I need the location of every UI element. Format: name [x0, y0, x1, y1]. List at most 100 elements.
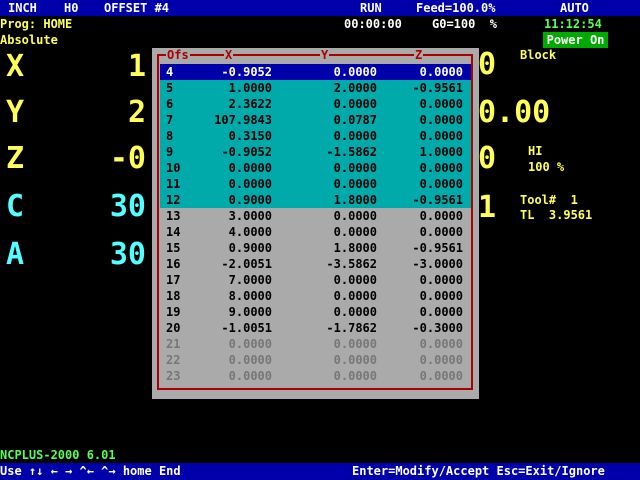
offset-x-cell[interactable]: 0.3150: [190, 128, 272, 144]
offset-z-cell[interactable]: 0.0000: [385, 112, 463, 128]
offset-z-cell[interactable]: -0.3000: [385, 320, 463, 336]
offset-y-cell[interactable]: 2.0000: [298, 80, 377, 96]
offset-x-cell[interactable]: 8.0000: [190, 288, 272, 304]
offset-z-cell[interactable]: 0.0000: [385, 176, 463, 192]
offset-x-cell[interactable]: 0.9000: [190, 192, 272, 208]
help-bar: Use ↑↓ ← → ^← ^→ home End Enter=Modify/A…: [0, 463, 640, 480]
offset-row[interactable]: 19 9.0000 0.0000 0.0000: [160, 304, 471, 320]
offset-z-cell[interactable]: 0.0000: [385, 128, 463, 144]
offset-y-cell[interactable]: 0.0000: [298, 352, 377, 368]
offset-x-cell[interactable]: -0.9052: [190, 144, 272, 160]
offset-z-cell[interactable]: 0.0000: [385, 336, 463, 352]
offset-y-cell[interactable]: -3.5862: [298, 256, 377, 272]
offset-indicator: OFFSET #4: [104, 1, 170, 15]
offset-z-cell[interactable]: 0.0000: [385, 352, 463, 368]
offset-y-cell[interactable]: 0.0000: [298, 224, 377, 240]
offset-x-cell[interactable]: -0.9052: [190, 64, 272, 80]
offset-x-cell[interactable]: 1.0000: [190, 80, 272, 96]
spindle-digit: 0: [478, 141, 497, 176]
offset-x-cell[interactable]: 0.0000: [190, 336, 272, 352]
run-state-indicator: RUN: [360, 1, 382, 15]
offset-x-cell[interactable]: 3.0000: [190, 208, 272, 224]
offset-row[interactable]: 20 -1.0051 -1.7862 -0.3000: [160, 320, 471, 336]
offset-row[interactable]: 8 0.3150 0.0000 0.0000: [160, 128, 471, 144]
offset-y-cell[interactable]: 0.0000: [298, 288, 377, 304]
offset-y-cell[interactable]: 0.0787: [298, 112, 377, 128]
offset-x-cell[interactable]: 0.0000: [190, 160, 272, 176]
offset-z-cell[interactable]: 0.0000: [385, 96, 463, 112]
offset-row[interactable]: 13 3.0000 0.0000 0.0000: [160, 208, 471, 224]
offset-y-cell[interactable]: -1.7862: [298, 320, 377, 336]
offset-z-cell[interactable]: -0.9561: [385, 240, 463, 256]
offset-x-cell[interactable]: 4.0000: [190, 224, 272, 240]
offset-row[interactable]: 14 4.0000 0.0000 0.0000: [160, 224, 471, 240]
offset-y-cell[interactable]: 0.0000: [298, 368, 377, 384]
offset-y-cell[interactable]: 1.8000: [298, 240, 377, 256]
offset-z-cell[interactable]: 1.0000: [385, 144, 463, 160]
offset-row[interactable]: 9 -0.9052 -1.5862 1.0000: [160, 144, 471, 160]
offset-z-cell[interactable]: 0.0000: [385, 160, 463, 176]
offset-z-cell[interactable]: 0.0000: [385, 224, 463, 240]
tool-number: Tool# 1: [520, 193, 578, 207]
offset-x-cell[interactable]: 7.0000: [190, 272, 272, 288]
offset-y-cell[interactable]: 0.0000: [298, 336, 377, 352]
clock: 11:12:54: [544, 17, 602, 31]
offset-y-cell[interactable]: 0.0000: [298, 208, 377, 224]
offset-row[interactable]: 5 1.0000 2.0000 -0.9561: [160, 80, 471, 96]
offset-x-cell[interactable]: 9.0000: [190, 304, 272, 320]
column-header-z: Z: [414, 48, 424, 62]
offset-y-cell[interactable]: 0.0000: [298, 160, 377, 176]
navigation-help: Use ↑↓ ← → ^← ^→ home End: [0, 464, 181, 478]
offset-z-cell[interactable]: 0.0000: [385, 288, 463, 304]
offset-x-cell[interactable]: 107.9843: [190, 112, 272, 128]
offset-x-cell[interactable]: 0.9000: [190, 240, 272, 256]
offset-row[interactable]: 22 0.0000 0.0000 0.0000: [160, 352, 471, 368]
offset-y-cell[interactable]: 0.0000: [298, 128, 377, 144]
offset-x-cell[interactable]: -1.0051: [190, 320, 272, 336]
offset-z-cell[interactable]: 0.0000: [385, 304, 463, 320]
offset-z-cell[interactable]: 0.0000: [385, 64, 463, 80]
offset-y-cell[interactable]: 0.0000: [298, 176, 377, 192]
offset-row[interactable]: 21 0.0000 0.0000 0.0000: [160, 336, 471, 352]
offset-row[interactable]: 4 -0.9052 0.0000 0.0000: [160, 64, 471, 80]
offset-z-cell[interactable]: 0.0000: [385, 272, 463, 288]
offset-y-cell[interactable]: 0.0000: [298, 304, 377, 320]
offset-row[interactable]: 6 2.3622 0.0000 0.0000: [160, 96, 471, 112]
offset-z-cell[interactable]: 0.0000: [385, 368, 463, 384]
offset-z-cell[interactable]: -0.9561: [385, 192, 463, 208]
feed-indicator: Feed=100.0%: [416, 1, 496, 15]
offset-y-cell[interactable]: 0.0000: [298, 272, 377, 288]
software-version: NCPLUS-2000 6.01: [0, 448, 116, 462]
offset-row[interactable]: 7 107.9843 0.0787 0.0000: [160, 112, 471, 128]
axis-y-letter: Y: [6, 95, 25, 130]
units-indicator: INCH: [8, 1, 37, 15]
offset-y-cell[interactable]: -1.5862: [298, 144, 377, 160]
offset-y-cell[interactable]: 1.8000: [298, 192, 377, 208]
offset-y-cell[interactable]: 0.0000: [298, 64, 377, 80]
offset-y-cell[interactable]: 0.0000: [298, 96, 377, 112]
offset-row[interactable]: 12 0.9000 1.8000 -0.9561: [160, 192, 471, 208]
offset-x-cell[interactable]: -2.0051: [190, 256, 272, 272]
offset-row[interactable]: 18 8.0000 0.0000 0.0000: [160, 288, 471, 304]
offset-row[interactable]: 11 0.0000 0.0000 0.0000: [160, 176, 471, 192]
mode-indicator: AUTO: [560, 1, 589, 15]
offset-row[interactable]: 15 0.9000 1.8000 -0.9561: [160, 240, 471, 256]
offset-x-cell[interactable]: 2.3622: [190, 96, 272, 112]
offset-row[interactable]: 23 0.0000 0.0000 0.0000: [160, 368, 471, 384]
block-label: Block: [520, 48, 557, 62]
offset-x-cell[interactable]: 0.0000: [190, 368, 272, 384]
offset-table-dialog: Ofs X Y Z 4 -0.9052 0.0000 0.0000 5 1.0000 2.…: [152, 48, 479, 399]
axis-c-value: 30: [109, 189, 146, 224]
offset-x-cell[interactable]: 0.0000: [190, 352, 272, 368]
offset-row[interactable]: 16 -2.0051 -3.5862 -3.0000: [160, 256, 471, 272]
offset-row[interactable]: 10 0.0000 0.0000 0.0000: [160, 160, 471, 176]
axis-a-letter: A: [6, 237, 25, 272]
offset-row[interactable]: 17 7.0000 0.0000 0.0000: [160, 272, 471, 288]
offset-z-cell[interactable]: -0.9561: [385, 80, 463, 96]
offset-z-cell[interactable]: 0.0000: [385, 208, 463, 224]
power-status-badge: Power On: [543, 32, 608, 48]
rapid-override: G0=100 %: [432, 17, 498, 31]
offset-z-cell[interactable]: -3.0000: [385, 256, 463, 272]
status-bar: INCH H0 OFFSET #4 RUN Feed=100.0% AUTO: [0, 0, 640, 16]
offset-x-cell[interactable]: 0.0000: [190, 176, 272, 192]
